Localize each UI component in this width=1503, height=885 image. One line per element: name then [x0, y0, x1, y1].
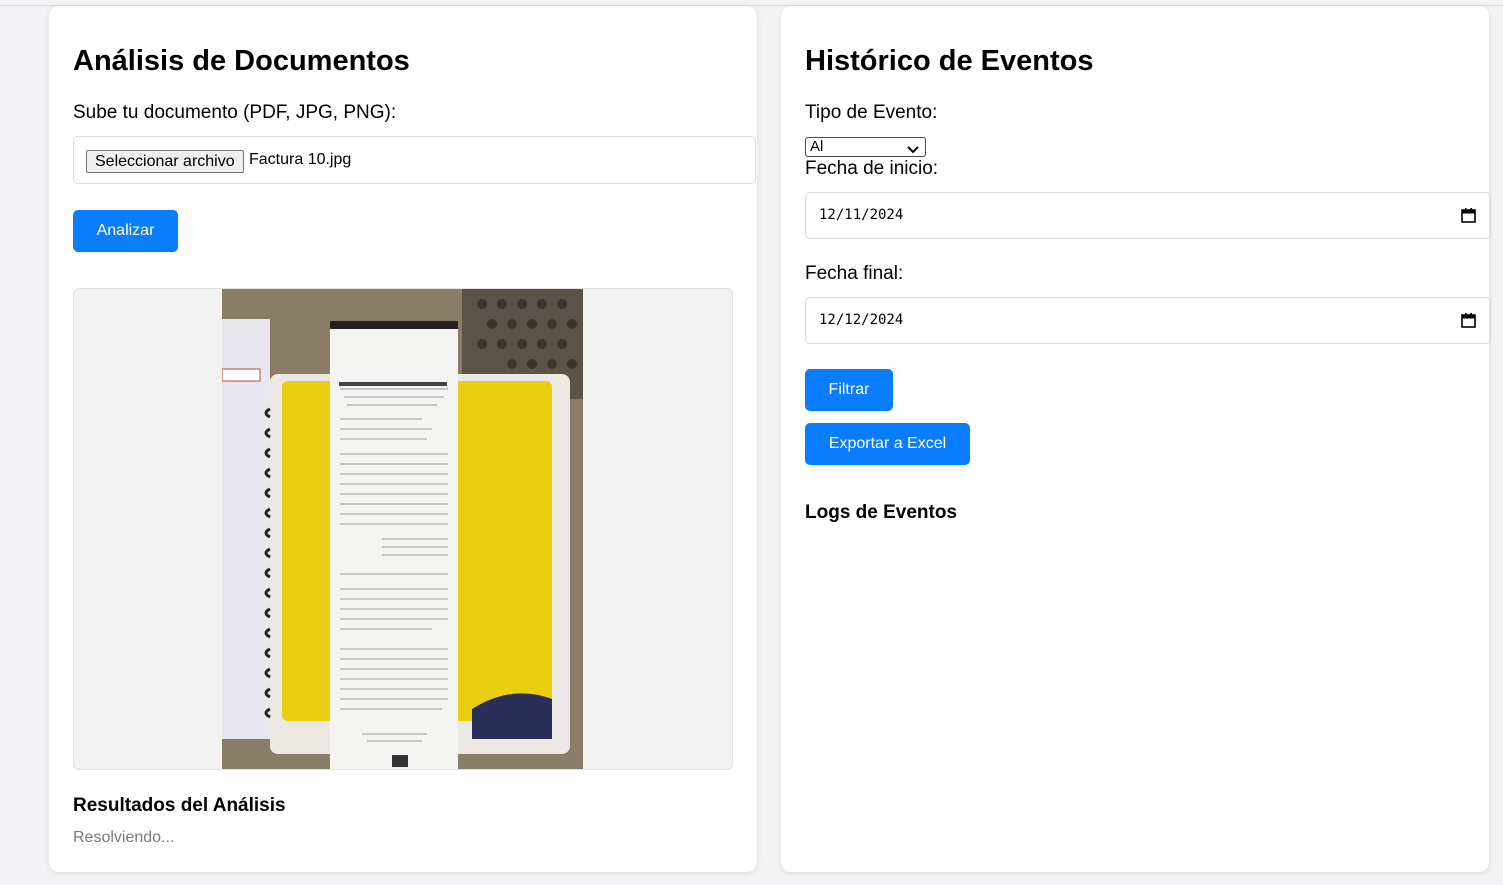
calendar-icon[interactable]: [1461, 208, 1476, 228]
receipt-photo: [222, 289, 583, 769]
file-input[interactable]: Seleccionar archivo Factura 10.jpg: [73, 136, 756, 184]
start-date-value: 12/11/2024: [819, 207, 904, 223]
start-date-input[interactable]: 12/11/2024: [805, 192, 1491, 239]
analyze-button[interactable]: Analizar: [73, 210, 178, 252]
document-analysis-panel: Análisis de Documentos Sube tu documento…: [49, 6, 757, 872]
end-date-value: 12/12/2024: [819, 312, 904, 328]
event-history-panel: Histórico de Eventos Tipo de Evento: Al …: [781, 6, 1491, 872]
export-excel-button[interactable]: Exportar a Excel: [805, 423, 970, 465]
results-status: Resolviendo...: [73, 829, 175, 846]
event-type-value: Al: [810, 138, 824, 155]
calendar-icon[interactable]: [1461, 313, 1476, 333]
choose-file-button[interactable]: Seleccionar archivo: [86, 150, 244, 173]
filter-button[interactable]: Filtrar: [805, 369, 893, 411]
results-heading: Resultados del Análisis: [73, 795, 286, 816]
start-date-label: Fecha de inicio:: [805, 158, 939, 179]
page-title: Análisis de Documentos: [73, 45, 410, 77]
event-type-label: Tipo de Evento:: [805, 102, 938, 123]
end-date-label: Fecha final:: [805, 263, 904, 284]
event-history-title: Histórico de Eventos: [805, 45, 1094, 77]
upload-label: Sube tu documento (PDF, JPG, PNG):: [73, 102, 397, 123]
event-type-select[interactable]: Al: [805, 137, 926, 157]
selected-file-name: Factura 10.jpg: [249, 151, 352, 168]
document-preview: [73, 288, 733, 770]
logs-heading: Logs de Eventos: [805, 502, 958, 523]
end-date-input[interactable]: 12/12/2024: [805, 297, 1491, 344]
